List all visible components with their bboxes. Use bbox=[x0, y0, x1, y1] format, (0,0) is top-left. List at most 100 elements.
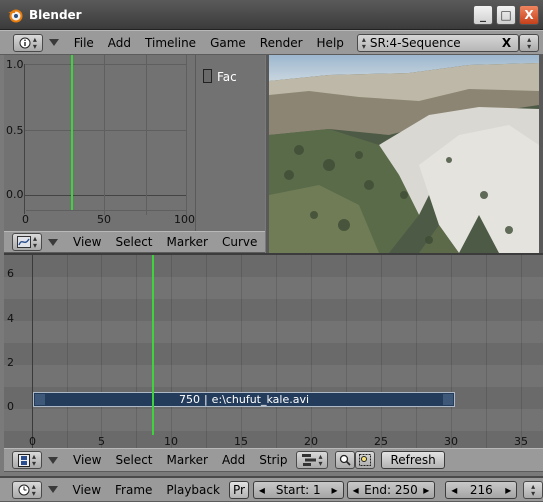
decrement-arrow-icon[interactable]: ◂ bbox=[451, 483, 457, 497]
sequencer-current-frame-line[interactable] bbox=[152, 255, 154, 435]
clock-icon bbox=[18, 484, 30, 495]
editor-type-button[interactable]: ▴ ▾ bbox=[13, 33, 43, 52]
seq-y-tick: 4 bbox=[7, 312, 14, 325]
timeline-menu-frame[interactable]: Frame bbox=[108, 483, 159, 497]
info-header: ▴ ▾ File Add Timeline Game Render Help ▴ ▾… bbox=[0, 30, 543, 55]
maximize-button[interactable]: □ bbox=[496, 5, 516, 25]
ipo-y-tick: 0.0 bbox=[6, 188, 24, 201]
menu-add[interactable]: Add bbox=[101, 36, 138, 50]
ipo-menu-marker[interactable]: Marker bbox=[160, 235, 215, 249]
movie-strip[interactable]: 750 | e:\chufut_kale.avi bbox=[33, 392, 455, 407]
seq-x-tick: 35 bbox=[514, 435, 528, 448]
seq-x-tick: 0 bbox=[29, 435, 36, 448]
ipo-curve-icon bbox=[16, 236, 31, 248]
screen-selector[interactable]: ▴ ▾ SR:4- Sequence X bbox=[356, 33, 520, 52]
dropdown-arrows-icon: ▴ ▾ bbox=[32, 34, 37, 51]
dropdown-arrows-icon: ▴ ▾ bbox=[318, 452, 323, 468]
increment-arrow-icon[interactable]: ▸ bbox=[332, 483, 338, 497]
seq-menu-view[interactable]: View bbox=[66, 453, 108, 467]
close-window-button[interactable]: X bbox=[519, 5, 539, 25]
ipo-y-tick: 0.5 bbox=[6, 124, 24, 137]
decrement-arrow-icon[interactable]: ◂ bbox=[353, 483, 359, 497]
seq-x-tick: 15 bbox=[234, 435, 248, 448]
seq-y-tick: 2 bbox=[7, 356, 14, 369]
ipo-header: ▴ ▾ View Select Marker Curve bbox=[4, 231, 265, 253]
strip-right-handle[interactable] bbox=[443, 394, 453, 405]
minimize-button[interactable]: _ bbox=[473, 5, 493, 25]
current-frame-line[interactable] bbox=[71, 55, 73, 210]
current-frame-field[interactable]: ◂ 216 ▸ bbox=[445, 480, 518, 499]
strip-separator: | bbox=[203, 393, 208, 406]
timeline-menu-playback[interactable]: Playback bbox=[159, 483, 227, 497]
increment-arrow-icon[interactable]: ▸ bbox=[423, 483, 429, 497]
collapse-menu-icon[interactable] bbox=[48, 456, 58, 464]
increment-arrow-icon[interactable]: ▸ bbox=[505, 483, 511, 497]
window-titlebar: Blender _ □ X bbox=[0, 0, 543, 30]
screen-clear-button[interactable]: X bbox=[502, 36, 511, 50]
ipo-menu-select[interactable]: Select bbox=[108, 235, 159, 249]
seq-menu-marker[interactable]: Marker bbox=[160, 453, 215, 467]
ipo-x-tick: 100 bbox=[174, 213, 195, 226]
ipo-menu-view[interactable]: View bbox=[66, 235, 108, 249]
dropdown-arrows-icon: ▴ ▾ bbox=[531, 481, 536, 498]
border-zoom-icon bbox=[359, 454, 372, 466]
seq-menu-strip[interactable]: Strip bbox=[252, 453, 294, 467]
end-frame-field[interactable]: ◂ End: 250 ▸ bbox=[346, 480, 436, 499]
seq-y-tick: 0 bbox=[7, 400, 14, 413]
sequencer-editor-type-button[interactable]: ▴ ▾ bbox=[12, 451, 42, 469]
magnifier-icon bbox=[340, 454, 352, 466]
decrement-arrow-icon[interactable]: ◂ bbox=[259, 483, 265, 497]
menu-render[interactable]: Render bbox=[253, 36, 310, 50]
strip-length: 750 bbox=[178, 393, 200, 406]
menu-help[interactable]: Help bbox=[310, 36, 351, 50]
screen-dropdown-icon: ▴ ▾ bbox=[361, 34, 366, 51]
sequencer-preview bbox=[266, 55, 543, 253]
ipo-x-tick: 0 bbox=[22, 213, 29, 226]
timeline-header: ▴ ▾ View Frame Playback Pr ◂ Start: 1 ▸ ◂… bbox=[0, 476, 543, 502]
sequence-view-icon bbox=[302, 454, 317, 466]
collapse-menu-icon[interactable] bbox=[48, 238, 58, 246]
strip-filename: e:\chufut_kale.avi bbox=[211, 393, 310, 406]
ipo-menu-curve[interactable]: Curve bbox=[215, 235, 264, 249]
menu-file[interactable]: File bbox=[67, 36, 101, 50]
screen-prefix: SR:4- bbox=[369, 35, 402, 50]
timeline-menu-view[interactable]: View bbox=[66, 483, 108, 497]
refresh-button[interactable]: Refresh bbox=[381, 451, 445, 469]
border-zoom-button[interactable] bbox=[355, 451, 376, 469]
sequencer-header: ▴ ▾ View Select Marker Add Strip ▴ ▾ Refre… bbox=[4, 448, 543, 472]
ipo-editor-type-button[interactable]: ▴ ▾ bbox=[12, 233, 42, 251]
blender-logo-icon bbox=[8, 9, 23, 22]
display-mode-selector[interactable]: ▴ ▾ bbox=[296, 451, 329, 469]
fac-channel-toggle[interactable] bbox=[203, 69, 212, 83]
seq-x-tick: 20 bbox=[304, 435, 318, 448]
seq-x-tick: 25 bbox=[374, 435, 388, 448]
info-icon bbox=[19, 37, 31, 48]
dropdown-arrows-icon: ▴ ▾ bbox=[31, 452, 36, 468]
film-strip-icon bbox=[17, 453, 30, 467]
playback-options-button[interactable]: ▴ ▾ bbox=[523, 480, 543, 499]
seq-menu-select[interactable]: Select bbox=[108, 453, 159, 467]
seq-y-tick: 6 bbox=[7, 267, 14, 280]
ipo-y-tick: 1.0 bbox=[6, 58, 24, 71]
window-title: Blender bbox=[29, 7, 82, 22]
channel-list: Fac bbox=[195, 55, 265, 231]
sequencer-timeline[interactable]: 6 4 2 0 750 | e:\chufut_kale.avi 0 5 10 … bbox=[4, 253, 543, 448]
strip-left-handle[interactable] bbox=[35, 394, 45, 405]
zoom-button[interactable] bbox=[335, 451, 356, 469]
scene-dropdown-icon: ▴ ▾ bbox=[527, 34, 532, 51]
video-preview-image bbox=[269, 55, 539, 253]
collapse-menu-icon[interactable] bbox=[48, 39, 59, 46]
start-frame-field[interactable]: ◂ Start: 1 ▸ bbox=[252, 480, 344, 499]
seq-x-tick: 5 bbox=[98, 435, 105, 448]
ipo-x-tick: 50 bbox=[97, 213, 111, 226]
ipo-graph[interactable]: 1.0 0.5 0.0 0 50 100 bbox=[4, 55, 195, 231]
fac-channel-label: Fac bbox=[217, 70, 237, 84]
menu-timeline[interactable]: Timeline bbox=[138, 36, 203, 50]
screen-name: Sequence bbox=[401, 35, 461, 50]
menu-game[interactable]: Game bbox=[203, 36, 253, 50]
preview-range-toggle[interactable]: Pr bbox=[228, 480, 249, 499]
seq-menu-add[interactable]: Add bbox=[215, 453, 252, 467]
collapse-menu-icon[interactable] bbox=[47, 486, 58, 493]
scene-selector-button[interactable]: ▴ ▾ bbox=[519, 33, 539, 52]
timeline-editor-type-button[interactable]: ▴ ▾ bbox=[12, 480, 42, 499]
